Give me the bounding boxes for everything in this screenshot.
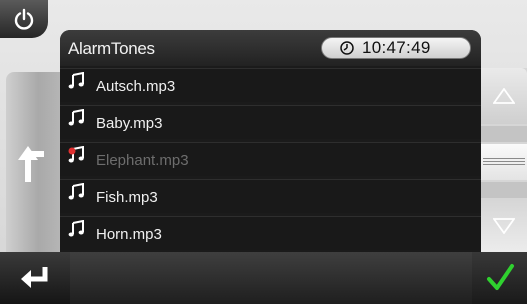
- clock-icon: [340, 41, 354, 55]
- file-name: Fish.mp3: [96, 189, 158, 206]
- list-item: Elephant.mp3: [60, 142, 481, 176]
- page-title: AlarmTones: [68, 39, 155, 58]
- list-item[interactable]: Baby.mp3: [60, 105, 481, 139]
- enter-button[interactable]: [0, 252, 70, 304]
- scroll-up-button[interactable]: [481, 68, 527, 124]
- power-button[interactable]: [0, 0, 48, 38]
- checkmark-icon: [486, 264, 514, 290]
- list-item[interactable]: Autsch.mp3: [60, 68, 481, 102]
- thumb-grip-line: [483, 164, 525, 165]
- ok-button[interactable]: [472, 252, 527, 304]
- music-note-icon: [68, 72, 84, 89]
- list-item[interactable]: Horn.mp3: [60, 216, 481, 250]
- thumb-grip-line: [483, 158, 525, 159]
- music-note-marked-icon: [68, 146, 84, 163]
- file-name: Horn.mp3: [96, 226, 162, 243]
- back-button[interactable]: [6, 72, 60, 252]
- file-name: Elephant.mp3: [96, 152, 189, 169]
- clock-time: 10:47:49: [362, 38, 431, 57]
- scrollbar[interactable]: [481, 68, 527, 252]
- scroll-thumb[interactable]: [481, 144, 527, 180]
- file-name: Baby.mp3: [96, 115, 163, 132]
- file-name: Autsch.mp3: [96, 78, 176, 95]
- file-list-panel: AlarmTones 10:47:49 Autsch.mp3 Baby.mp3 …: [60, 30, 481, 252]
- music-note-icon: [68, 183, 84, 200]
- list-item[interactable]: Fish.mp3: [60, 179, 481, 213]
- clock-display: 10:47:49: [321, 37, 471, 59]
- triangle-up-icon: [493, 88, 515, 104]
- scroll-down-button[interactable]: [481, 200, 527, 252]
- file-list: Autsch.mp3 Baby.mp3 Elephant.mp3 Fish.mp…: [60, 68, 481, 253]
- scroll-track[interactable]: [481, 182, 527, 198]
- music-note-icon: [68, 220, 84, 237]
- enter-arrow-icon: [21, 267, 48, 288]
- scroll-track[interactable]: [481, 126, 527, 142]
- back-arrow-icon: [18, 146, 44, 182]
- power-icon: [14, 8, 34, 30]
- list-header: AlarmTones 10:47:49: [60, 30, 481, 66]
- bottom-bar: [0, 252, 527, 304]
- thumb-grip-line: [483, 161, 525, 162]
- triangle-down-icon: [493, 218, 515, 234]
- music-note-icon: [68, 109, 84, 126]
